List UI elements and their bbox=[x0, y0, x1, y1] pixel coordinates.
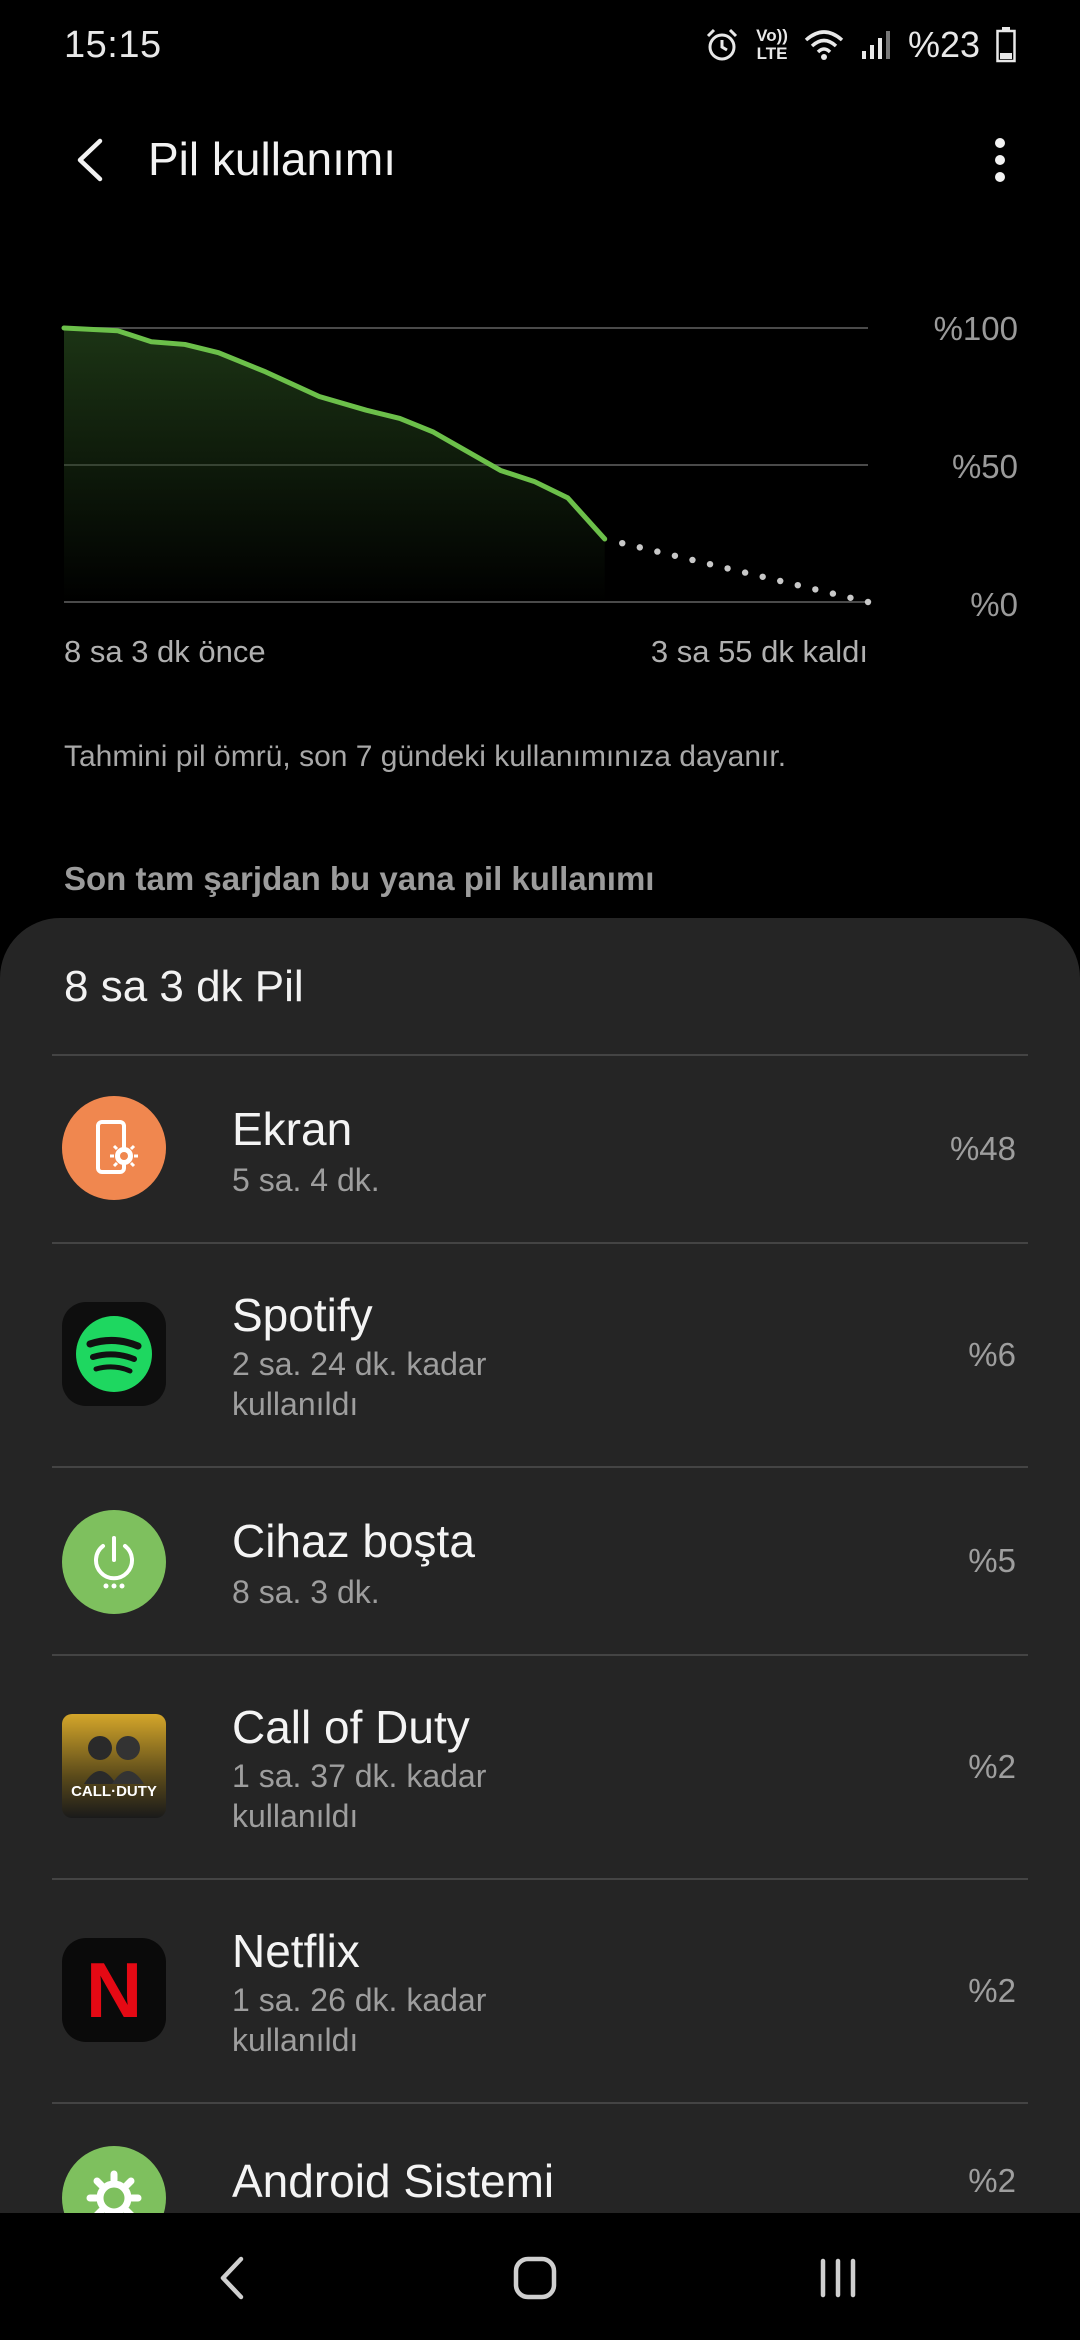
battery-icon bbox=[996, 27, 1016, 63]
projection-dot bbox=[812, 586, 819, 593]
gear-icon bbox=[62, 2146, 166, 2213]
projection-dot bbox=[671, 552, 679, 559]
estimate-note: Tahmini pil ömrü, son 7 gündeki kullanım… bbox=[64, 740, 787, 773]
nav-recents-button[interactable] bbox=[798, 2243, 878, 2313]
projection-dot bbox=[794, 581, 801, 589]
row-subtitle: 8 sa. 3 dk. bbox=[232, 1574, 380, 1610]
nav-home-icon bbox=[513, 2256, 557, 2300]
nav-recents-icon bbox=[820, 2258, 856, 2298]
status-time: 15:15 bbox=[64, 23, 162, 66]
nav-back-icon bbox=[220, 2256, 244, 2300]
call-of-duty-logo-text: CALL·DUTY bbox=[71, 1783, 157, 1800]
projection-dot bbox=[777, 577, 784, 585]
back-arrow-icon bbox=[77, 138, 103, 182]
signal-icon bbox=[861, 31, 890, 59]
nav-back-button[interactable] bbox=[192, 2243, 272, 2313]
projection-dot bbox=[706, 560, 714, 568]
list-item-netflix[interactable]: N Netflix 1 sa. 26 dk. kadar kullanıldı … bbox=[0, 1880, 1080, 2102]
netflix-logo-letter: N bbox=[85, 1946, 143, 2034]
back-button[interactable] bbox=[60, 130, 120, 190]
row-title: Cihaz boşta bbox=[232, 1515, 475, 1567]
list-item-cihaz-bosta[interactable]: Cihaz boşta 8 sa. 3 dk. %5 bbox=[0, 1468, 1080, 1654]
projection-dot bbox=[619, 539, 626, 547]
row-percent: %2 bbox=[968, 1972, 1016, 2009]
volte-top-text: Vo)) bbox=[756, 26, 788, 45]
projection-dot bbox=[636, 544, 644, 551]
card-title: 8 sa 3 dk Pil bbox=[64, 962, 304, 1011]
projection-dot bbox=[847, 594, 854, 601]
spotify-icon bbox=[62, 1302, 166, 1406]
row-subtitle-2: kullanıldı bbox=[232, 2022, 359, 2058]
row-subtitle-2: kullanıldı bbox=[232, 1798, 359, 1834]
alarm-icon bbox=[707, 28, 738, 61]
row-title: Android Sistemi bbox=[232, 2155, 555, 2207]
row-percent: %2 bbox=[968, 2162, 1016, 2199]
row-percent: %2 bbox=[968, 1748, 1016, 1785]
projection-dot bbox=[759, 573, 766, 580]
row-subtitle-2: kullanıldı bbox=[232, 1386, 359, 1422]
section-header: Son tam şarjdan bu yana pil kullanımı bbox=[64, 860, 655, 897]
row-title: Ekran bbox=[232, 1103, 353, 1155]
volte-icon: Vo)) LTE bbox=[756, 27, 788, 63]
battery-chart: %100 %50 %0 8 sa 3 dk önce 3 sa 55 dk ka… bbox=[0, 300, 1080, 700]
navigation-bar bbox=[0, 2213, 1080, 2340]
x-end-label: 3 sa 55 dk kaldı bbox=[650, 634, 868, 669]
screen-icon bbox=[62, 1096, 166, 1200]
list-item-android-sistemi[interactable]: Android Sistemi %2 bbox=[0, 2104, 1080, 2213]
battery-percent: %23 bbox=[907, 24, 980, 65]
row-percent: %48 bbox=[949, 1130, 1016, 1167]
usage-card: 8 sa 3 dk Pil Ekran 5 sa. 4 dk. %48 Spot… bbox=[0, 918, 1080, 2213]
netflix-icon: N bbox=[62, 1938, 166, 2042]
list-item-spotify[interactable]: Spotify 2 sa. 24 dk. kadar kullanıldı %6 bbox=[0, 1244, 1080, 1466]
row-subtitle: 2 sa. 24 dk. kadar bbox=[232, 1346, 487, 1382]
projection-dot bbox=[829, 590, 837, 597]
y-tick-label-50: %50 bbox=[951, 448, 1018, 485]
projection-dot bbox=[689, 556, 696, 564]
list-item-ekran[interactable]: Ekran 5 sa. 4 dk. %48 bbox=[0, 1056, 1080, 1242]
row-title: Netflix bbox=[232, 1925, 360, 1977]
row-percent: %5 bbox=[968, 1542, 1016, 1579]
status-bar: 15:15 Vo)) LTE %23 bbox=[0, 0, 1080, 90]
projection-dot bbox=[724, 565, 731, 572]
row-percent: %6 bbox=[968, 1336, 1016, 1373]
wifi-icon bbox=[804, 30, 844, 60]
volte-bottom-text: LTE bbox=[756, 44, 788, 63]
more-options-button[interactable] bbox=[970, 130, 1030, 190]
projection-dot bbox=[654, 548, 661, 555]
call-of-duty-icon: CALL·DUTY bbox=[62, 1714, 166, 1818]
projection-dot bbox=[864, 598, 872, 606]
x-start-label: 8 sa 3 dk önce bbox=[64, 634, 266, 669]
list-item-call-of-duty[interactable]: CALL·DUTY Call of Duty 1 sa. 37 dk. kada… bbox=[0, 1656, 1080, 1878]
more-vert-icon bbox=[995, 138, 1005, 182]
page-title: Pil kullanımı bbox=[148, 133, 396, 185]
app-bar: Pil kullanımı bbox=[0, 100, 1080, 220]
status-icons: Vo)) LTE %23 bbox=[704, 24, 1016, 66]
nav-home-button[interactable] bbox=[495, 2243, 575, 2313]
projection-dot bbox=[741, 569, 749, 576]
row-title: Spotify bbox=[232, 1289, 373, 1341]
row-subtitle: 1 sa. 26 dk. kadar bbox=[232, 1982, 487, 2018]
row-title: Call of Duty bbox=[232, 1701, 470, 1753]
y-tick-label-0: %0 bbox=[970, 586, 1018, 623]
row-subtitle: 5 sa. 4 dk. bbox=[232, 1162, 380, 1198]
row-subtitle: 1 sa. 37 dk. kadar bbox=[232, 1758, 487, 1794]
y-tick-label-100: %100 bbox=[933, 310, 1018, 347]
power-icon bbox=[62, 1510, 166, 1614]
